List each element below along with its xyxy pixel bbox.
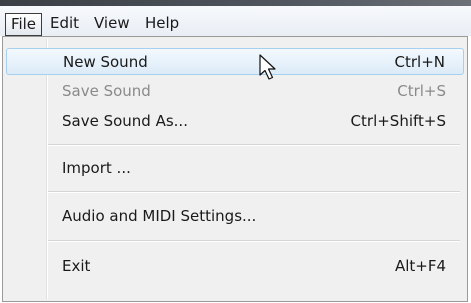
menu-bar: File Edit View Help xyxy=(0,6,471,36)
menu-item-new-sound[interactable]: New Sound Ctrl+N xyxy=(6,48,464,75)
menu-item-save-sound[interactable]: Save Sound Ctrl+S xyxy=(6,78,464,105)
menu-item-shortcut: Alt+F4 xyxy=(394,257,446,275)
mouse-pointer-icon xyxy=(259,54,276,80)
menu-item-shortcut: Ctrl+S xyxy=(397,82,446,100)
menu-edit[interactable]: Edit xyxy=(50,13,79,35)
menu-separator xyxy=(48,191,460,193)
menu-item-save-sound-as[interactable]: Save Sound As... Ctrl+Shift+S xyxy=(6,108,464,135)
menu-separator xyxy=(48,144,460,146)
menu-item-label: Audio and MIDI Settings... xyxy=(62,207,257,225)
menu-item-label: Save Sound As... xyxy=(62,112,188,130)
menu-item-label: Save Sound xyxy=(62,82,151,100)
menu-item-shortcut: Ctrl+N xyxy=(394,53,445,71)
menu-help[interactable]: Help xyxy=(145,13,179,35)
menu-item-label: New Sound xyxy=(63,53,148,71)
menu-separator xyxy=(48,240,460,242)
menu-item-shortcut: Ctrl+Shift+S xyxy=(350,112,446,130)
menu-view[interactable]: View xyxy=(94,13,130,35)
file-menu-dropdown: New Sound Ctrl+N Save Sound Ctrl+S Save … xyxy=(2,36,468,302)
menu-item-label: Import ... xyxy=(62,159,131,177)
menu-item-audio-midi-settings[interactable]: Audio and MIDI Settings... xyxy=(6,203,464,230)
menu-item-import[interactable]: Import ... xyxy=(6,155,464,182)
menu-item-label: Exit xyxy=(62,257,91,275)
menu-item-exit[interactable]: Exit Alt+F4 xyxy=(6,253,464,280)
menu-file[interactable]: File xyxy=(5,13,42,36)
